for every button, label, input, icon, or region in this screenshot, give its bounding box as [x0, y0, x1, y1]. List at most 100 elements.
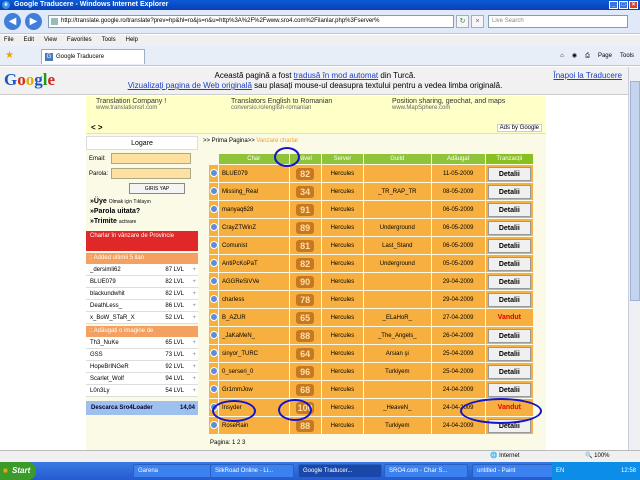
- char-name[interactable]: charless: [218, 290, 290, 309]
- expand-icon[interactable]: +: [192, 385, 196, 397]
- forward-button[interactable]: ▶: [25, 13, 42, 30]
- details-button[interactable]: Detalii: [487, 328, 531, 343]
- expand-icon[interactable]: +: [192, 264, 196, 276]
- list-item[interactable]: BLUE079 82 LVL +: [86, 276, 198, 288]
- details-button[interactable]: Detalii: [487, 418, 531, 433]
- char-name[interactable]: 0_serseri_0: [218, 362, 290, 381]
- list-item[interactable]: HopeBrINGeR 92 LVL +: [86, 361, 198, 373]
- refresh-icon[interactable]: ↻: [456, 15, 469, 28]
- list-item[interactable]: GSS 73 LVL +: [86, 349, 198, 361]
- column-header-server[interactable]: Server: [320, 153, 364, 165]
- search-input[interactable]: Live Search: [488, 15, 628, 28]
- ads-nav-arrows[interactable]: < >: [91, 123, 103, 132]
- column-header-guild[interactable]: Guild: [362, 153, 432, 165]
- details-button[interactable]: Detalii: [487, 184, 531, 199]
- column-header-nivel[interactable]: Nivel: [288, 153, 322, 165]
- list-item[interactable]: blackundwhit 82 LVL +: [86, 288, 198, 300]
- menu-edit[interactable]: Edit: [24, 35, 34, 46]
- taskbar-item[interactable]: Google Traducer...: [298, 464, 382, 478]
- language-indicator[interactable]: EN: [556, 468, 564, 474]
- char-name[interactable]: Comunist: [218, 236, 290, 255]
- forgot-password-link[interactable]: »Parola uitata?: [90, 207, 198, 217]
- list-item[interactable]: _dersimli62 87 LVL +: [86, 264, 198, 276]
- char-name[interactable]: sinyor_TURC: [218, 344, 290, 363]
- google-logo[interactable]: Google: [4, 70, 55, 90]
- zoom-level[interactable]: 🔍 100%: [585, 452, 610, 459]
- email-field[interactable]: [111, 153, 191, 164]
- details-button[interactable]: Detalii: [487, 238, 531, 253]
- scroll-thumb[interactable]: [630, 81, 640, 301]
- column-header-adugat[interactable]: Adăugat: [430, 153, 486, 165]
- tab-google-traducere[interactable]: G Google Traducere: [41, 49, 145, 64]
- details-button[interactable]: Detalii: [487, 274, 531, 289]
- menu-help[interactable]: Help: [126, 35, 138, 46]
- taskbar-item[interactable]: Garena: [133, 464, 217, 478]
- back-button[interactable]: ◀: [4, 13, 21, 30]
- home-icon[interactable]: ⌂: [560, 51, 564, 61]
- list-item[interactable]: Th3_NuKe 65 LVL +: [86, 337, 198, 349]
- expand-icon[interactable]: +: [192, 361, 196, 373]
- feeds-icon[interactable]: ◉: [572, 51, 577, 61]
- expand-icon[interactable]: +: [192, 276, 196, 288]
- char-name[interactable]: Missing_Real: [218, 182, 290, 201]
- download-loader-button[interactable]: 14,04 Descarca Sro4Loader: [86, 401, 198, 415]
- taskbar-item[interactable]: untitled - Paint: [472, 464, 556, 478]
- ad-item[interactable]: Position sharing, geochat, and maps www.M…: [392, 98, 505, 111]
- char-name[interactable]: RoseRain: [218, 416, 290, 435]
- char-name[interactable]: Insyder: [218, 398, 290, 417]
- maximize-button[interactable]: □: [619, 1, 628, 9]
- expand-icon[interactable]: +: [192, 373, 196, 385]
- menu-favorites[interactable]: Favorites: [67, 35, 92, 46]
- tools-menu[interactable]: Tools: [620, 51, 634, 61]
- details-button[interactable]: Detalii: [487, 220, 531, 235]
- list-item[interactable]: x_BoW_STaR_X 52 LVL +: [86, 312, 198, 324]
- list-item[interactable]: L0n3Ly 54 LVL +: [86, 385, 198, 397]
- ad-item[interactable]: Translation Company ! www.translationsrl.…: [96, 98, 166, 111]
- column-header-char[interactable]: Char: [218, 153, 290, 165]
- vertical-scrollbar[interactable]: [628, 67, 640, 450]
- expand-icon[interactable]: +: [192, 312, 196, 324]
- list-item[interactable]: DeathLess_ 86 LVL +: [86, 300, 198, 312]
- details-button[interactable]: Detalii: [487, 382, 531, 397]
- taskbar-item[interactable]: SilkRoad Online - Li...: [210, 464, 294, 478]
- login-button[interactable]: GIRIS YAP: [129, 183, 185, 194]
- expand-icon[interactable]: +: [192, 300, 196, 312]
- details-button[interactable]: Detalii: [487, 292, 531, 307]
- char-name[interactable]: AGGReSiVVe: [218, 272, 290, 291]
- menu-tools[interactable]: Tools: [102, 35, 116, 46]
- ads-by-google[interactable]: Ads by Google: [496, 124, 542, 132]
- column-header-tranzacii[interactable]: Tranzacții: [484, 153, 535, 165]
- char-name[interactable]: Gr1mmJow: [218, 380, 290, 399]
- char-name[interactable]: B_AZUR: [218, 308, 290, 327]
- minimize-button[interactable]: _: [609, 1, 618, 9]
- ad-item[interactable]: Translators English to Romanian conversio…: [231, 98, 332, 111]
- breadcrumb-home[interactable]: >> Prima Pagina: [203, 138, 248, 144]
- expand-icon[interactable]: +: [192, 349, 196, 361]
- expand-icon[interactable]: +: [192, 288, 196, 300]
- list-item[interactable]: Scarlet_Wolf 94 LVL +: [86, 373, 198, 385]
- details-button[interactable]: Detalii: [487, 364, 531, 379]
- view-original-link[interactable]: Vizualizați pagina de Web originală: [128, 81, 252, 90]
- char-name[interactable]: BLUE079: [218, 164, 290, 183]
- password-field[interactable]: [111, 168, 191, 179]
- taskbar-item[interactable]: SRO4.com - Char S...: [384, 464, 468, 478]
- menu-file[interactable]: File: [4, 35, 14, 46]
- char-name[interactable]: AntiPcKoPaT: [218, 254, 290, 273]
- print-icon[interactable]: ⎙: [585, 51, 590, 61]
- details-button[interactable]: Detalii: [487, 256, 531, 271]
- page-menu[interactable]: Page: [598, 51, 612, 61]
- details-button[interactable]: Detalii: [487, 346, 531, 361]
- start-button[interactable]: Start: [0, 462, 36, 480]
- char-name[interactable]: manyaq628: [218, 200, 290, 219]
- expand-icon[interactable]: +: [192, 337, 196, 349]
- favorites-star-icon[interactable]: ★: [5, 51, 14, 61]
- register-link[interactable]: »Üye Olmak için Tıklayın: [90, 197, 198, 207]
- stop-icon[interactable]: ×: [471, 15, 484, 28]
- back-to-translate-link[interactable]: Înapoi la Traducere: [554, 71, 623, 80]
- activation-link[interactable]: »Trimite activare: [90, 217, 198, 227]
- address-field[interactable]: http://translate.google.ro/translate?pre…: [48, 15, 454, 28]
- char-name[interactable]: _JaKaMeN_: [218, 326, 290, 345]
- pagination[interactable]: Pagina: 1 2 3: [210, 440, 245, 446]
- translated-link[interactable]: tradusă în mod automat: [294, 71, 379, 80]
- menu-view[interactable]: View: [44, 35, 57, 46]
